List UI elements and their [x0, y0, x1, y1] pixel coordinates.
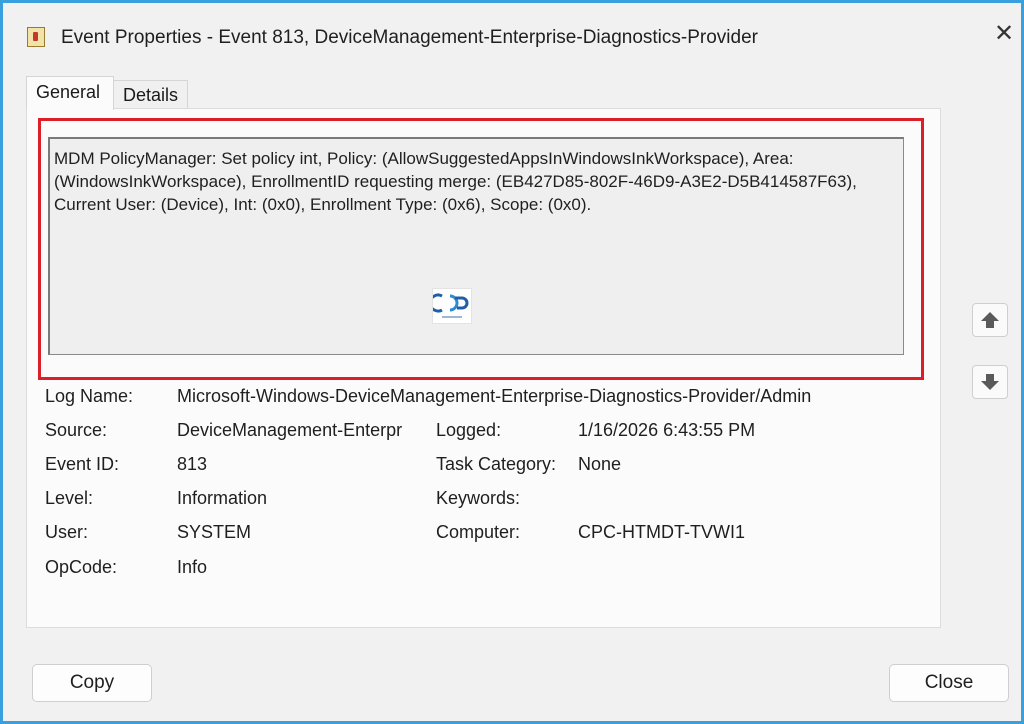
title-bar: Event Properties - Event 813, DeviceMana… [3, 3, 1021, 67]
tab-details[interactable]: Details [113, 80, 188, 108]
user-value[interactable]: SYSTEM [177, 522, 251, 543]
opcode-value[interactable]: Info [177, 557, 207, 578]
computer-label: Computer: [436, 522, 521, 542]
logged-value[interactable]: 1/16/2026 6:43:55 PM [578, 420, 755, 441]
previous-event-button[interactable] [972, 303, 1008, 337]
arrow-up-icon [981, 312, 999, 328]
opcode-label: OpCode: [45, 557, 118, 577]
level-value[interactable]: Information [177, 488, 267, 509]
task-category-label: Task Category: [436, 454, 557, 474]
logged-label: Logged: [436, 420, 502, 440]
level-label: Level: [45, 488, 94, 508]
log-name-label: Log Name: [45, 386, 134, 406]
event-description-text[interactable]: MDM PolicyManager: Set policy int, Polic… [48, 137, 904, 355]
user-label: User: [45, 522, 89, 542]
next-event-button[interactable] [972, 365, 1008, 399]
computer-value[interactable]: CPC-HTMDT-TVWI1 [578, 522, 745, 543]
watermark-logo [428, 288, 472, 324]
event-viewer-icon [27, 27, 45, 47]
event-id-label: Event ID: [45, 454, 120, 474]
log-name-value[interactable]: Microsoft-Windows-DeviceManagement-Enter… [177, 386, 811, 407]
close-window-button[interactable]: ✕ [988, 18, 1020, 50]
copy-button[interactable]: Copy [32, 664, 152, 702]
keywords-label: Keywords: [436, 488, 521, 508]
task-category-value[interactable]: None [578, 454, 621, 475]
event-id-value[interactable]: 813 [177, 454, 207, 475]
tab-general[interactable]: General [26, 76, 114, 110]
source-label: Source: [45, 420, 108, 440]
source-value[interactable]: DeviceManagement-Enterpr [177, 420, 402, 441]
arrow-down-icon [981, 374, 999, 390]
description-text: MDM PolicyManager: Set policy int, Polic… [54, 149, 857, 214]
window-title: Event Properties - Event 813, DeviceMana… [61, 27, 758, 48]
close-button[interactable]: Close [889, 664, 1009, 702]
